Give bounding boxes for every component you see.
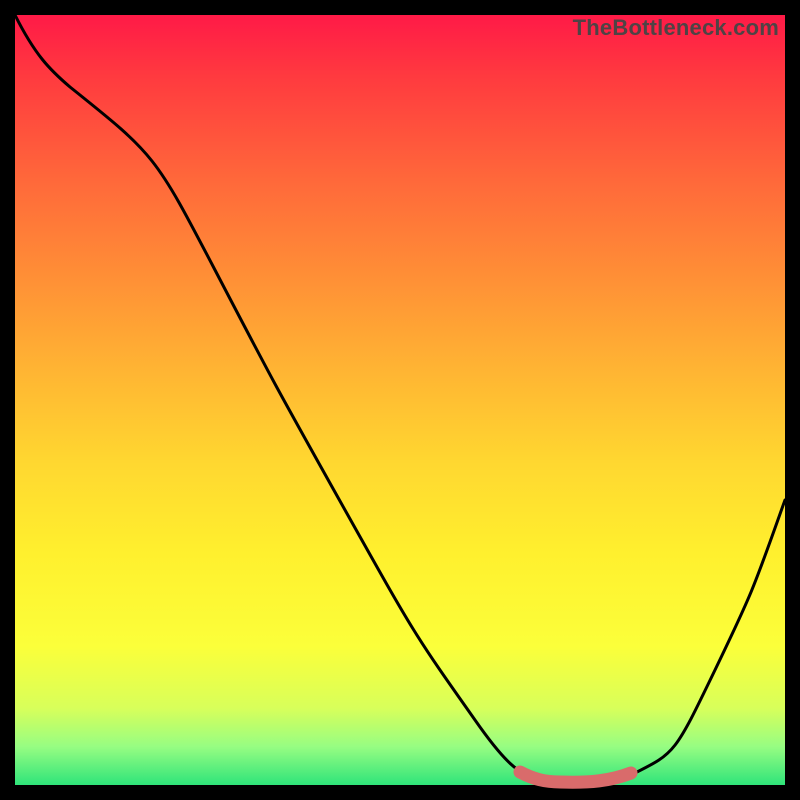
bottleneck-curve-svg	[15, 15, 785, 785]
highlight-band-path	[520, 772, 631, 782]
chart-frame: TheBottleneck.com	[15, 15, 785, 785]
bottleneck-curve-path	[15, 15, 785, 780]
